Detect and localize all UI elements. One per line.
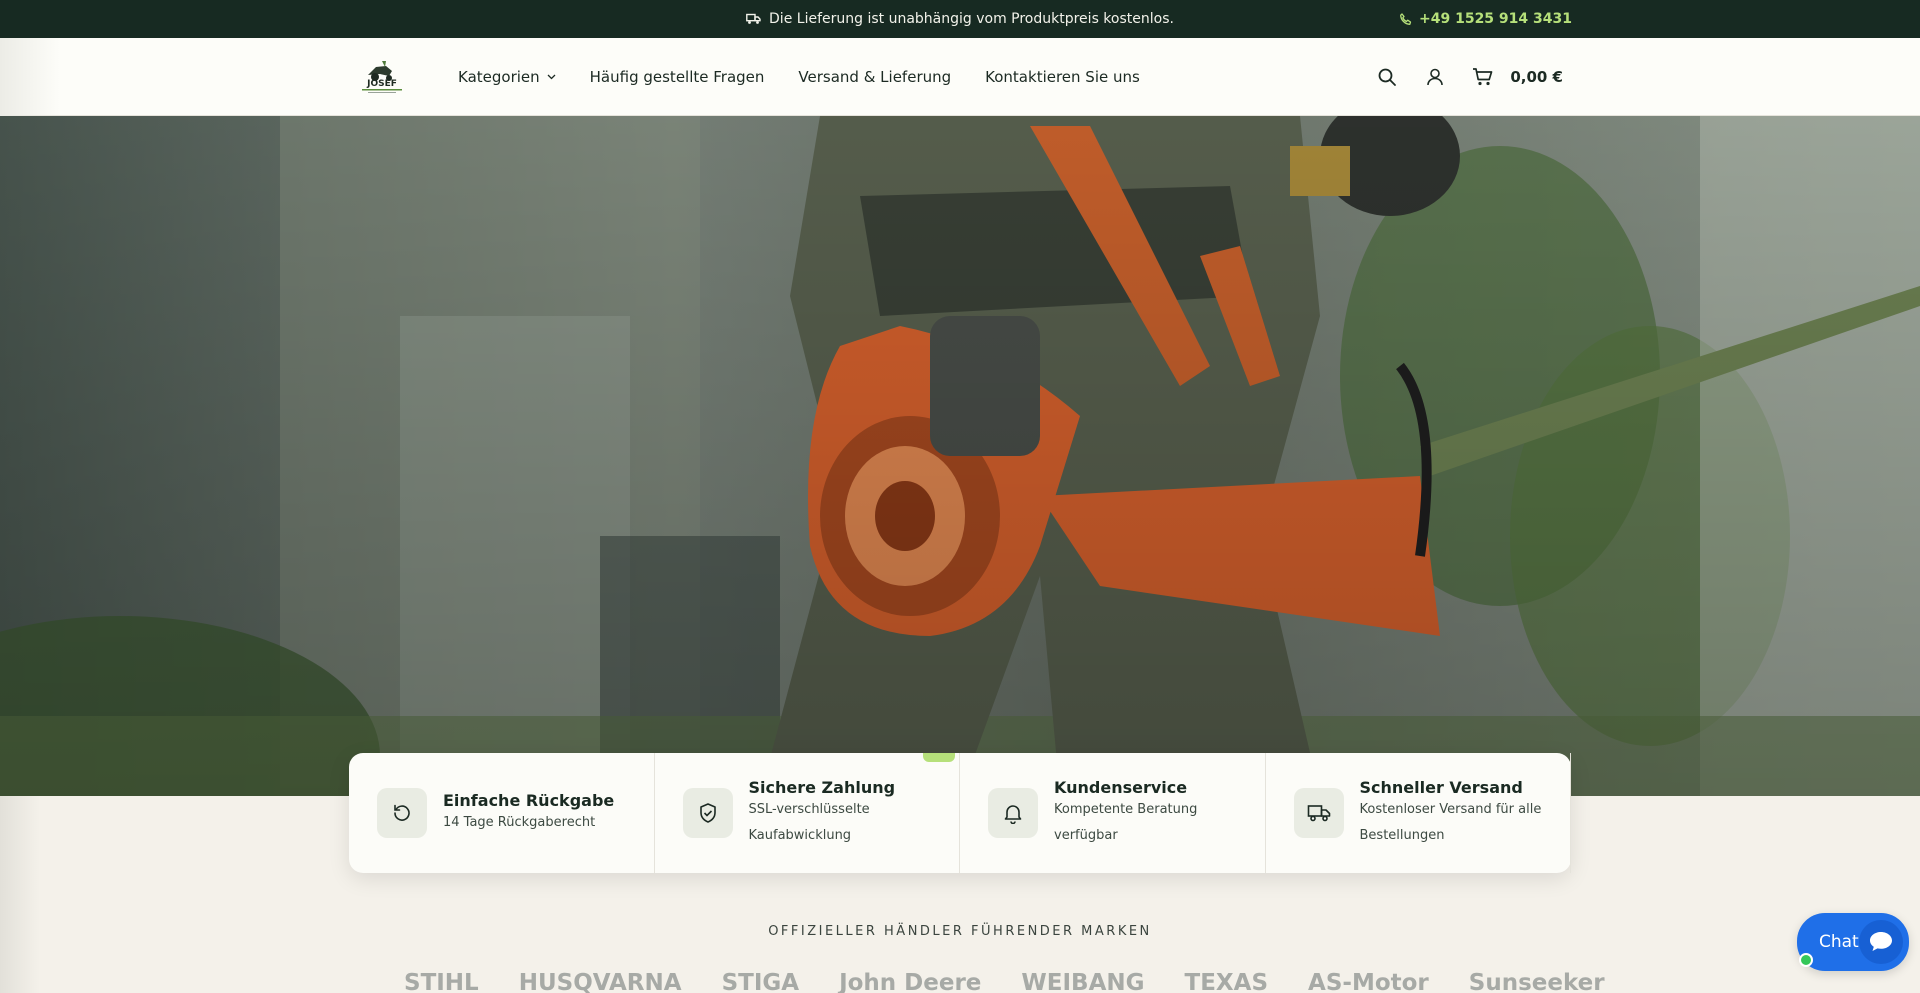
bell-icon [988,788,1038,838]
chevron-down-icon [547,74,556,80]
nav-kontakt-label: Kontaktieren Sie uns [985,68,1140,86]
josef-logo[interactable]: JOSEF [356,57,408,95]
account-icon[interactable] [1422,64,1448,90]
page-edge-shade [0,796,40,993]
phone-link[interactable]: +49 1525 914 3431 [1399,0,1572,38]
brands-heading: OFFIZIELLER HÄNDLER FÜHRENDER MARKEN [768,924,1152,939]
hero-image [0,116,1920,796]
site-header: JOSEF Kategorien Häufig gestellte Fragen… [0,38,1920,116]
feature-desc-line-2: Kaufabwicklung [748,827,852,843]
feature-shipping-text: Schneller Versand Kostenloser Versand fü… [1360,778,1542,849]
brand-logo[interactable]: Sunseeker [1469,970,1605,993]
feature-desc-line-1: Kostenloser Versand für alle [1359,801,1542,817]
phone-icon [1400,12,1412,25]
phone-number: +49 1525 914 3431 [1419,11,1572,27]
nav-kategorien-label: Kategorien [458,68,540,86]
feature-title: Kundenservice [1054,777,1188,797]
nav-versand-label: Versand & Lieferung [798,68,952,86]
feature-returns: Einfache Rückgabe 14 Tage Rückgaberecht [349,753,655,873]
chat-button[interactable]: Chat [1797,913,1909,971]
search-icon[interactable] [1374,64,1400,90]
brand-logo[interactable]: STIGA [722,970,800,993]
cart-total[interactable]: 0,00 € [1510,68,1563,86]
brand-logo[interactable]: STIHL [404,970,479,993]
main-nav: Kategorien Häufig gestellte Fragen Versa… [458,38,1174,116]
feature-service-text: Kundenservice Kompetente Beratung verfüg… [1054,778,1197,849]
shield-check-icon [682,788,733,838]
brands-row: STIHL HUSQVARNA STIGA John Deere WEIBANG… [404,970,1645,993]
brand-logo[interactable]: HUSQVARNA [519,970,682,993]
brand-logo[interactable]: TEXAS [1185,970,1269,993]
feature-service: Kundenservice Kompetente Beratung verfüg… [960,753,1266,873]
truck-icon [1293,788,1344,838]
logo-mark: JOSEF [362,61,402,93]
nav-kontakt[interactable]: Kontaktieren Sie uns [985,68,1140,86]
truck-icon [746,13,761,24]
feature-desc-line-1: SSL-verschlüsselte [748,801,870,817]
features-bar: Einfache Rückgabe 14 Tage Rückgaberecht … [349,753,1571,873]
header-actions: 0,00 € [1352,38,1563,116]
nav-versand[interactable]: Versand & Lieferung [798,68,951,86]
feature-payment-text: Sichere Zahlung SSL-verschlüsselte Kaufa… [749,778,896,849]
feature-desc-line-2: Bestellungen [1359,827,1445,843]
feature-returns-text: Einfache Rückgabe 14 Tage Rückgaberecht [443,791,614,836]
header-edge-shade [0,38,60,116]
announcement-text: Die Lieferung ist unabhängig vom Produkt… [769,11,1174,27]
feature-desc: 14 Tage Rückgaberecht [443,814,596,830]
feature-title: Sichere Zahlung [748,777,896,797]
online-indicator [1799,953,1813,967]
feature-shipping: Schneller Versand Kostenloser Versand fü… [1266,753,1571,873]
nav-kategorien[interactable]: Kategorien [458,68,556,86]
cart-icon[interactable] [1470,64,1496,90]
chat-label: Chat [1819,932,1859,952]
nav-faq[interactable]: Häufig gestellte Fragen [590,68,765,86]
hero-banner [0,116,1920,796]
brand-logo[interactable]: AS-Motor [1308,970,1429,993]
accent-tab [923,753,955,762]
refresh-icon [377,788,427,838]
feature-title: Schneller Versand [1359,777,1523,797]
feature-desc-line-2: verfügbar [1054,827,1118,843]
chat-bubble-icon [1859,920,1903,964]
feature-payment: Sichere Zahlung SSL-verschlüsselte Kaufa… [655,753,960,873]
brand-logo[interactable]: John Deere [839,970,981,993]
brand-logo[interactable]: WEIBANG [1021,970,1144,993]
svg-text:JOSEF: JOSEF [366,79,397,89]
feature-title: Einfache Rückgabe [443,790,615,810]
nav-faq-label: Häufig gestellte Fragen [589,68,765,86]
announcement-center: Die Lieferung ist unabhängig vom Produkt… [0,0,1920,38]
announcement-bar: Die Lieferung ist unabhängig vom Produkt… [0,0,1920,38]
feature-desc-line-1: Kompetente Beratung [1054,801,1198,817]
